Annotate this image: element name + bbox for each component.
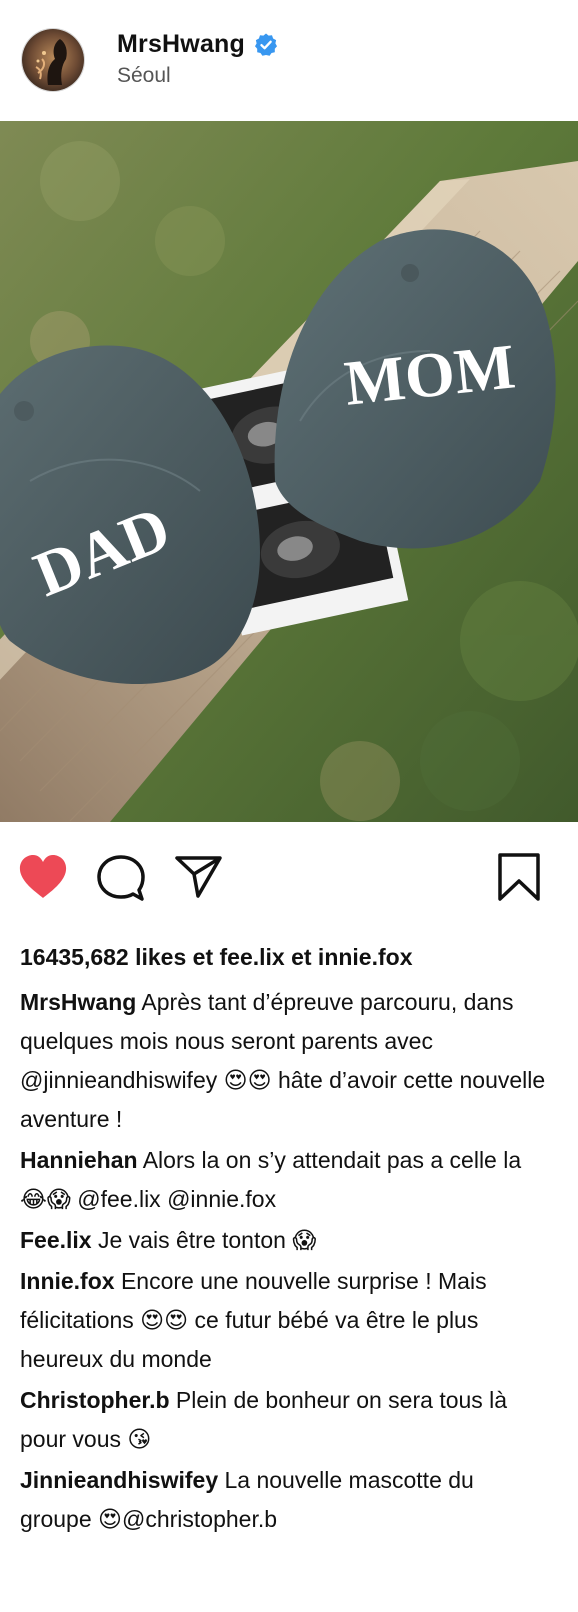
post-location[interactable]: Séoul <box>117 64 171 88</box>
comment-author[interactable]: Jinnieandhiswifey <box>20 1467 218 1493</box>
comment-text: Je vais être tonton 😱 <box>91 1227 317 1253</box>
paper-plane-icon[interactable] <box>174 854 224 905</box>
post-photo[interactable]: MOM DAD <box>0 121 578 822</box>
profile-avatar[interactable] <box>21 28 85 92</box>
comment-item: Fee.lix Je vais être tonton 😱 <box>20 1221 550 1260</box>
verified-badge-icon <box>253 32 279 58</box>
comment-item: Christopher.b Plein de bonheur on sera t… <box>20 1381 550 1459</box>
photo-illustration: MOM DAD <box>0 121 578 822</box>
bookmark-icon[interactable] <box>497 852 541 907</box>
comment-author[interactable]: Fee.lix <box>20 1227 92 1253</box>
comment-author[interactable]: Innie.fox <box>20 1268 115 1294</box>
comment-author[interactable]: Christopher.b <box>20 1387 170 1413</box>
avatar-image <box>22 29 84 91</box>
comment-mention[interactable]: @christopher.b <box>122 1506 277 1532</box>
comment-item: Jinnieandhiswifey La nouvelle mascotte d… <box>20 1461 550 1539</box>
heart-icon[interactable] <box>18 854 68 905</box>
comment-mention[interactable]: @innie.fox <box>167 1186 276 1212</box>
username[interactable]: MrsHwang <box>117 30 245 59</box>
caption-author[interactable]: MrsHwang <box>20 989 136 1015</box>
username-row: MrsHwang <box>117 30 279 59</box>
post-text-block: 16435,682 likes et fee.lix et innie.fox … <box>20 938 550 1541</box>
comment-item: Hanniehan Alors la on s’y attendait pas … <box>20 1141 550 1219</box>
comment-bubble-icon[interactable] <box>96 854 146 907</box>
comment-author[interactable]: Hanniehan <box>20 1147 138 1173</box>
action-bar <box>0 822 578 932</box>
caption-mention[interactable]: @jinnieandhiswifey <box>20 1067 217 1093</box>
comment-mention[interactable]: @fee.lix <box>77 1186 160 1212</box>
likes-count[interactable]: 16435,682 likes et fee.lix et innie.fox <box>20 938 550 977</box>
post-header: MrsHwang Séoul <box>0 0 578 121</box>
comment-item: Innie.fox Encore une nouvelle surprise !… <box>20 1262 550 1379</box>
caption: MrsHwang Après tant d’épreuve parcouru, … <box>20 983 550 1139</box>
